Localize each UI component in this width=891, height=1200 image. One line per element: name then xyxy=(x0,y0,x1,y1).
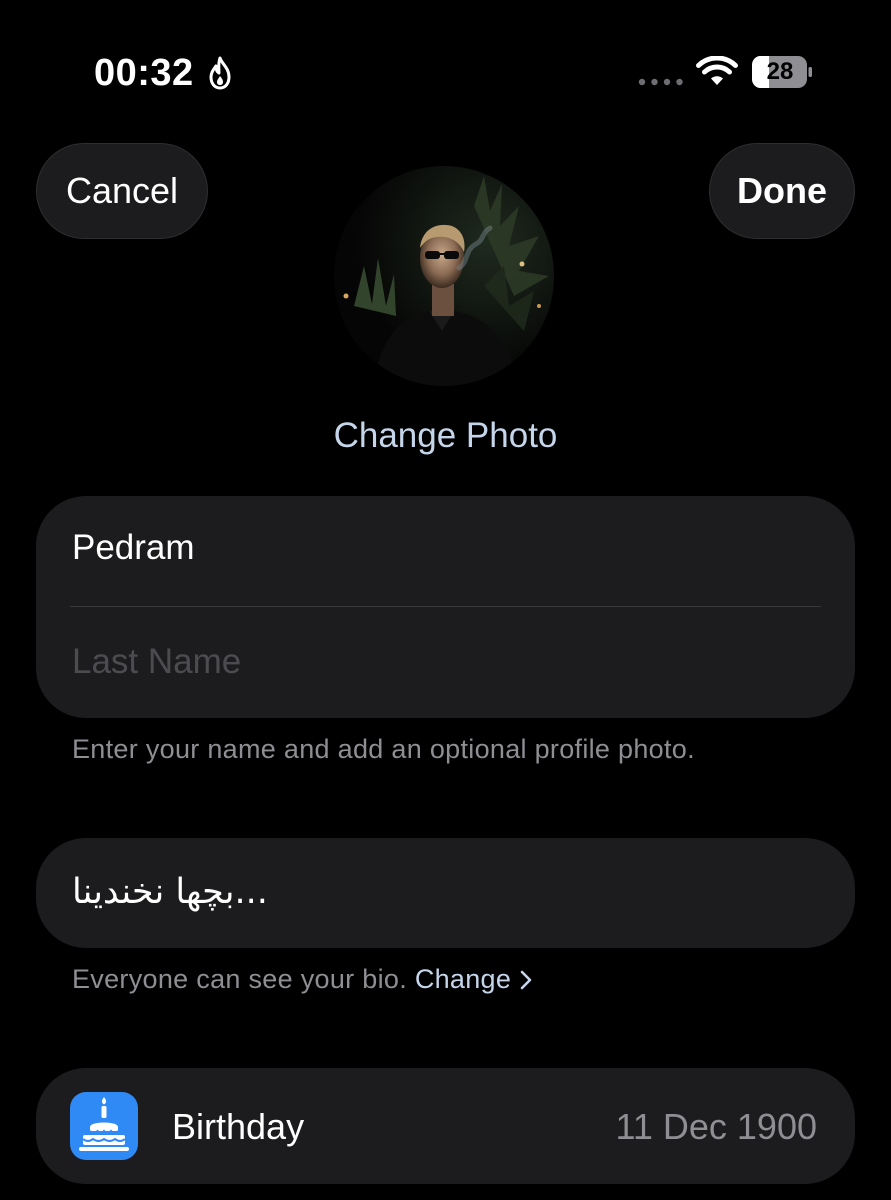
bio-change-label: Change xyxy=(414,964,512,994)
divider xyxy=(70,606,821,607)
chevron-right-icon xyxy=(520,970,532,990)
name-card: Pedram Last Name xyxy=(36,496,855,718)
first-name-field[interactable]: Pedram xyxy=(72,528,195,568)
battery-level: 28 xyxy=(766,58,794,85)
done-button[interactable]: Done xyxy=(709,143,855,239)
flame-icon xyxy=(209,56,231,90)
status-bar: 00:32 28 xyxy=(0,0,891,120)
birthday-row[interactable]: Birthday 11 Dec 1900 xyxy=(36,1068,855,1184)
bio-field[interactable]: بچها نخندینا... xyxy=(72,872,268,912)
bio-visibility-change-link[interactable]: Change xyxy=(415,964,533,994)
birthday-label: Birthday xyxy=(172,1106,305,1147)
bio-card: بچها نخندینا... xyxy=(36,838,855,948)
cake-icon xyxy=(70,1092,138,1160)
avatar-photo xyxy=(334,166,554,386)
bio-footnote-text: Everyone can see your bio. xyxy=(72,964,407,994)
last-name-field[interactable]: Last Name xyxy=(72,642,241,682)
profile-avatar[interactable] xyxy=(334,166,554,386)
bio-footnote: Everyone can see your bio. Change xyxy=(72,964,533,995)
signal-dots-icon xyxy=(638,78,683,86)
wifi-icon xyxy=(696,56,738,85)
change-photo-link[interactable]: Change Photo xyxy=(0,416,891,456)
name-footnote: Enter your name and add an optional prof… xyxy=(72,734,695,764)
cancel-button[interactable]: Cancel xyxy=(36,143,208,239)
birthday-value: 11 Dec 1900 xyxy=(615,1106,817,1147)
status-time: 00:32 xyxy=(94,52,194,94)
